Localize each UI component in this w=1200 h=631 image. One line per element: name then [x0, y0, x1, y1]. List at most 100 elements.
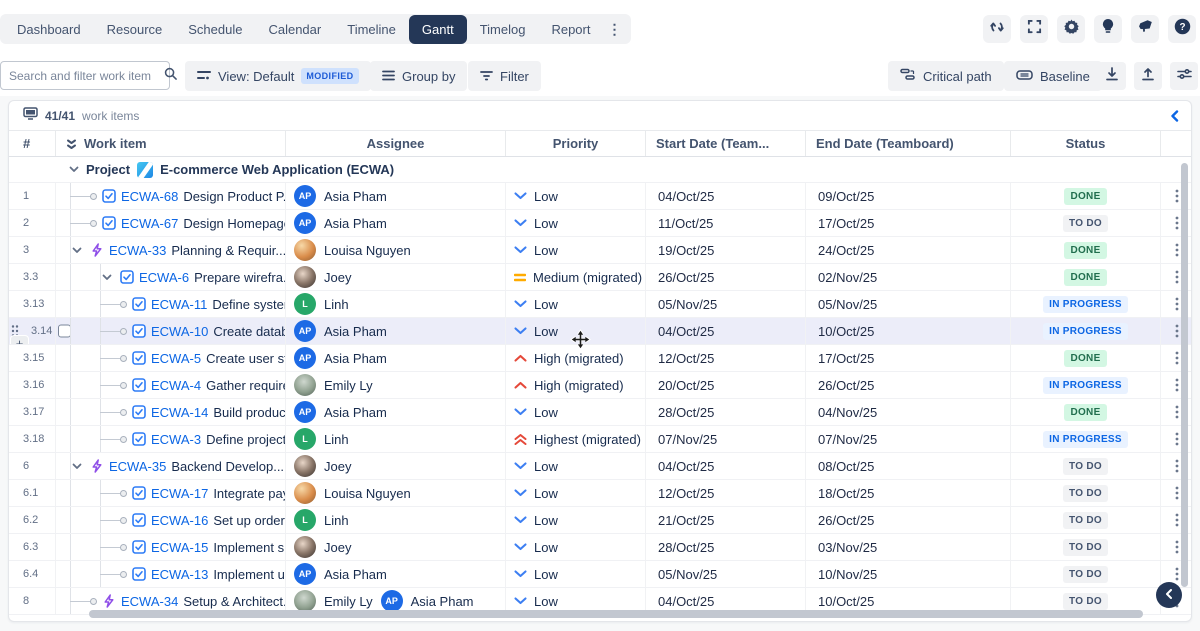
start-date-cell[interactable]: 11/Oct/25 [646, 210, 806, 236]
assignee-cell[interactable]: APAsia Pham [286, 318, 506, 344]
table-row[interactable]: 3.13ECWA-11Define system ...LLinhLow05/N… [9, 291, 1191, 318]
work-item-key-link[interactable]: ECWA-17 [151, 486, 208, 501]
priority-cell[interactable]: Low [506, 318, 646, 344]
end-date-cell[interactable]: 18/Oct/25 [806, 480, 1011, 506]
search-input[interactable] [9, 69, 164, 83]
start-date-cell[interactable]: 28/Oct/25 [646, 534, 806, 560]
settings-button[interactable] [1057, 15, 1085, 43]
priority-cell[interactable]: Low [506, 291, 646, 317]
start-date-cell[interactable]: 12/Oct/25 [646, 480, 806, 506]
nav-tab-resource[interactable]: Resource [94, 15, 176, 44]
work-item-key-link[interactable]: ECWA-3 [151, 432, 201, 447]
end-date-cell[interactable]: 05/Nov/25 [806, 291, 1011, 317]
link-point-icon[interactable] [120, 328, 127, 335]
assignee-cell[interactable]: APAsia Pham [286, 399, 506, 425]
status-cell[interactable]: IN PROGRESS [1011, 426, 1161, 452]
announcements-button[interactable] [1131, 15, 1159, 43]
nav-tab-report[interactable]: Report [538, 15, 603, 44]
status-cell[interactable]: TO DO [1011, 534, 1161, 560]
start-date-cell[interactable]: 20/Oct/25 [646, 372, 806, 398]
status-cell[interactable]: TO DO [1011, 561, 1161, 587]
start-date-cell[interactable]: 04/Oct/25 [646, 453, 806, 479]
work-item-key-link[interactable]: ECWA-35 [109, 459, 166, 474]
collapse-all-icon[interactable] [66, 138, 77, 150]
start-date-cell[interactable]: 04/Oct/25 [646, 318, 806, 344]
table-row[interactable]: 3.18ECWA-3Define project s...LLinhHighes… [9, 426, 1191, 453]
table-row[interactable]: 3.3ECWA-6Prepare wirefra...JoeyMedium (m… [9, 264, 1191, 291]
link-point-icon[interactable] [120, 301, 127, 308]
end-date-cell[interactable]: 07/Nov/25 [806, 426, 1011, 452]
assignee-cell[interactable]: Joey [286, 453, 506, 479]
start-date-cell[interactable]: 05/Nov/25 [646, 561, 806, 587]
priority-cell[interactable]: Highest (migrated) [506, 426, 646, 452]
table-row[interactable]: 1ECWA-68Design Product P...APAsia PhamLo… [9, 183, 1191, 210]
work-item-key-link[interactable]: ECWA-5 [151, 351, 201, 366]
start-date-cell[interactable]: 12/Oct/25 [646, 345, 806, 371]
work-item-key-link[interactable]: ECWA-4 [151, 378, 201, 393]
assignee-cell[interactable]: Louisa Nguyen [286, 237, 506, 263]
priority-cell[interactable]: Low [506, 507, 646, 533]
work-item-key-link[interactable]: ECWA-13 [151, 567, 208, 582]
link-point-icon[interactable] [90, 220, 97, 227]
end-date-cell[interactable]: 26/Oct/25 [806, 507, 1011, 533]
work-item-key-link[interactable]: ECWA-10 [151, 324, 208, 339]
assignee-cell[interactable]: APAsia Pham [286, 210, 506, 236]
filter-button[interactable]: Filter [468, 61, 541, 91]
link-point-icon[interactable] [120, 490, 127, 497]
work-item-key-link[interactable]: ECWA-6 [139, 270, 189, 285]
tips-button[interactable] [1094, 15, 1122, 43]
status-cell[interactable]: IN PROGRESS [1011, 372, 1161, 398]
work-item-key-link[interactable]: ECWA-16 [151, 513, 208, 528]
assignee-cell[interactable]: LLinh [286, 507, 506, 533]
end-date-cell[interactable]: 17/Oct/25 [806, 345, 1011, 371]
end-date-cell[interactable]: 17/Oct/25 [806, 210, 1011, 236]
start-date-cell[interactable]: 19/Oct/25 [646, 237, 806, 263]
group-by-button[interactable]: Group by [370, 61, 467, 91]
link-point-icon[interactable] [90, 598, 97, 605]
status-cell[interactable]: DONE [1011, 237, 1161, 263]
header-start-date[interactable]: Start Date (Team... [646, 131, 806, 156]
priority-cell[interactable]: High (migrated) [506, 345, 646, 371]
collapse-panel-fab[interactable] [1156, 582, 1182, 608]
expand-chevron-icon[interactable] [72, 463, 82, 470]
fullscreen-button[interactable] [1020, 15, 1048, 43]
work-item-key-link[interactable]: ECWA-14 [151, 405, 208, 420]
assignee-cell[interactable]: Louisa Nguyen [286, 480, 506, 506]
end-date-cell[interactable]: 10/Oct/25 [806, 318, 1011, 344]
header-end-date[interactable]: End Date (Teamboard) [806, 131, 1011, 156]
status-cell[interactable]: DONE [1011, 183, 1161, 209]
work-item-key-link[interactable]: ECWA-15 [151, 540, 208, 555]
import-button[interactable] [1134, 62, 1162, 90]
sync-button[interactable] [983, 15, 1011, 43]
end-date-cell[interactable]: 03/Nov/25 [806, 534, 1011, 560]
priority-cell[interactable]: High (migrated) [506, 372, 646, 398]
table-row[interactable]: 6.2ECWA-16Set up order pr...LLinhLow21/O… [9, 507, 1191, 534]
header-assignee[interactable]: Assignee [286, 131, 506, 156]
status-cell[interactable]: TO DO [1011, 480, 1161, 506]
header-work-item[interactable]: Work item [56, 131, 286, 156]
assignee-cell[interactable]: Emily Ly [286, 372, 506, 398]
assignee-cell[interactable]: Joey [286, 264, 506, 290]
priority-cell[interactable]: Low [506, 453, 646, 479]
project-expand-chevron[interactable] [69, 166, 79, 173]
start-date-cell[interactable]: 04/Oct/25 [646, 183, 806, 209]
status-cell[interactable]: TO DO [1011, 507, 1161, 533]
status-cell[interactable]: IN PROGRESS [1011, 318, 1161, 344]
assignee-cell[interactable]: LLinh [286, 291, 506, 317]
link-point-icon[interactable] [120, 517, 127, 524]
assignee-cell[interactable]: LLinh [286, 426, 506, 452]
baseline-button[interactable]: Baseline [1004, 61, 1102, 91]
expand-chevron-icon[interactable] [102, 274, 112, 281]
export-button[interactable] [1098, 62, 1126, 90]
end-date-cell[interactable]: 26/Oct/25 [806, 372, 1011, 398]
assignee-cell[interactable]: Joey [286, 534, 506, 560]
end-date-cell[interactable]: 02/Nov/25 [806, 264, 1011, 290]
start-date-cell[interactable]: 21/Oct/25 [646, 507, 806, 533]
table-row[interactable]: 6.1ECWA-17Integrate paym...Louisa Nguyen… [9, 480, 1191, 507]
table-row[interactable]: 3ECWA-33Planning & Requir...Louisa Nguye… [9, 237, 1191, 264]
header-status[interactable]: Status [1011, 131, 1161, 156]
priority-cell[interactable]: Low [506, 561, 646, 587]
status-cell[interactable]: TO DO [1011, 210, 1161, 236]
end-date-cell[interactable]: 09/Oct/25 [806, 183, 1011, 209]
add-row-button[interactable]: + [11, 336, 28, 344]
